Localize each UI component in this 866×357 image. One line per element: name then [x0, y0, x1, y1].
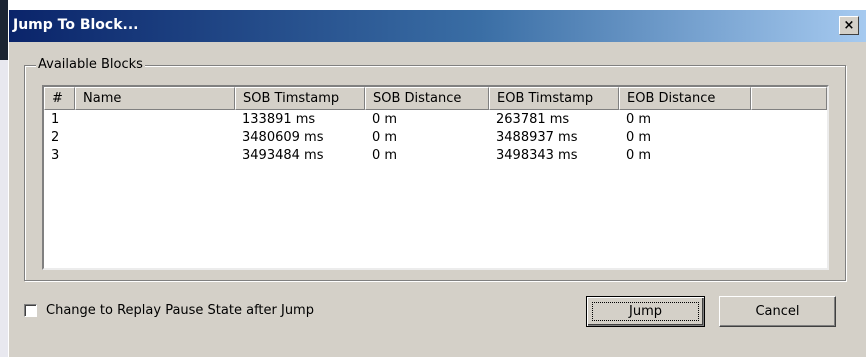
- cancel-button[interactable]: Cancel: [719, 296, 836, 327]
- column-header-name[interactable]: Name: [75, 87, 235, 110]
- cell-sob-timestamp: 133891 ms: [242, 112, 316, 127]
- cell-sob-distance: 0 m: [372, 112, 398, 127]
- list-header: # Name SOB Timstamp SOB Distance EOB Tim…: [44, 87, 827, 110]
- cell-eob-timestamp: 3498343 ms: [496, 148, 578, 163]
- blocks-list[interactable]: # Name SOB Timstamp SOB Distance EOB Tim…: [42, 85, 829, 270]
- cell-sob-timestamp: 3480609 ms: [242, 130, 324, 145]
- column-header-sob-timestamp[interactable]: SOB Timstamp: [235, 87, 365, 110]
- close-button[interactable]: ×: [839, 16, 859, 35]
- column-header-sob-distance[interactable]: SOB Distance: [365, 87, 489, 110]
- cell-number: 2: [51, 130, 60, 145]
- pause-state-label[interactable]: Change to Replay Pause State after Jump: [46, 303, 314, 318]
- cell-sob-distance: 0 m: [372, 130, 398, 145]
- cell-number: 3: [51, 148, 60, 163]
- table-row[interactable]: 3 3493484 ms 0 m 3498343 ms 0 m: [44, 147, 827, 165]
- jump-button[interactable]: Jump: [586, 296, 705, 327]
- cell-eob-distance: 0 m: [626, 130, 652, 145]
- column-header-filler: [751, 87, 827, 110]
- close-icon: ×: [843, 18, 855, 33]
- cell-sob-distance: 0 m: [372, 148, 398, 163]
- table-row[interactable]: 2 3480609 ms 0 m 3488937 ms 0 m: [44, 129, 827, 147]
- dialog-title: Jump To Block...: [13, 17, 139, 33]
- cell-eob-distance: 0 m: [626, 112, 652, 127]
- background-window-dark: [0, 0, 8, 60]
- pause-state-checkbox[interactable]: [24, 304, 37, 317]
- column-header-eob-timestamp[interactable]: EOB Timstamp: [489, 87, 619, 110]
- cell-eob-timestamp: 263781 ms: [496, 112, 570, 127]
- cancel-button-label: Cancel: [755, 304, 800, 319]
- group-label: Available Blocks: [36, 57, 145, 72]
- cell-eob-timestamp: 3488937 ms: [496, 130, 578, 145]
- jump-button-label: Jump: [629, 304, 662, 319]
- cell-eob-distance: 0 m: [626, 148, 652, 163]
- cell-sob-timestamp: 3493484 ms: [242, 148, 324, 163]
- pause-state-option[interactable]: Change to Replay Pause State after Jump: [24, 303, 314, 318]
- column-header-eob-distance[interactable]: EOB Distance: [619, 87, 751, 110]
- cell-number: 1: [51, 112, 60, 127]
- background-window-strip: [0, 0, 8, 357]
- table-row[interactable]: 1 133891 ms 0 m 263781 ms 0 m: [44, 111, 827, 129]
- column-header-number[interactable]: #: [44, 87, 75, 110]
- title-bar[interactable]: Jump To Block... ×: [9, 10, 866, 42]
